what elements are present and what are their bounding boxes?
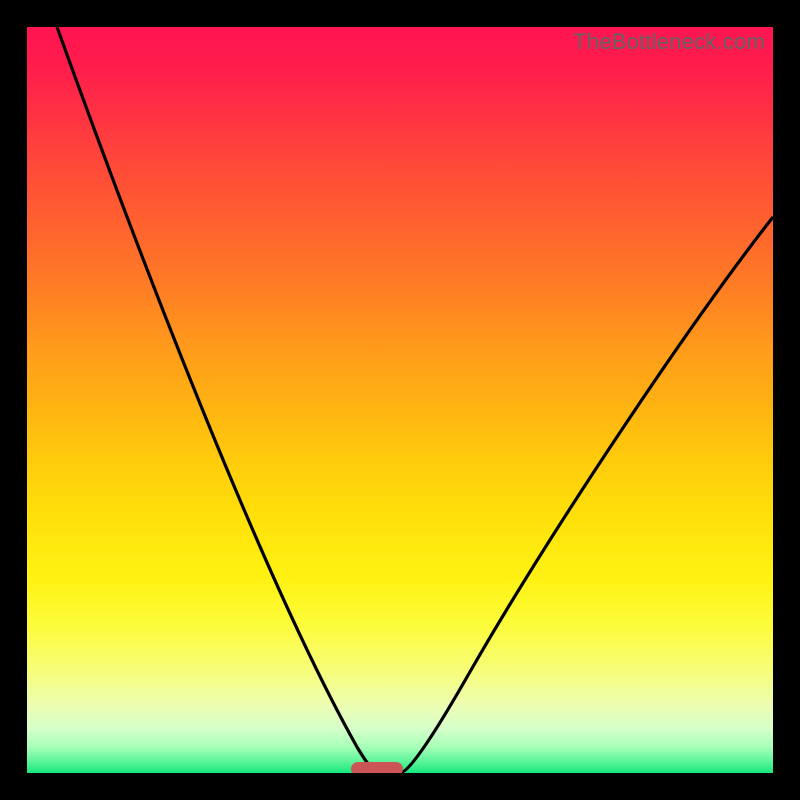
watermark-text: TheBottleneck.com [573,29,765,55]
bottleneck-curve [27,27,773,773]
chart-frame: TheBottleneck.com [0,0,800,800]
optimal-range-marker [351,762,403,773]
curve-left-branch [57,27,378,773]
curve-right-branch [400,217,773,773]
plot-area: TheBottleneck.com [27,27,773,773]
